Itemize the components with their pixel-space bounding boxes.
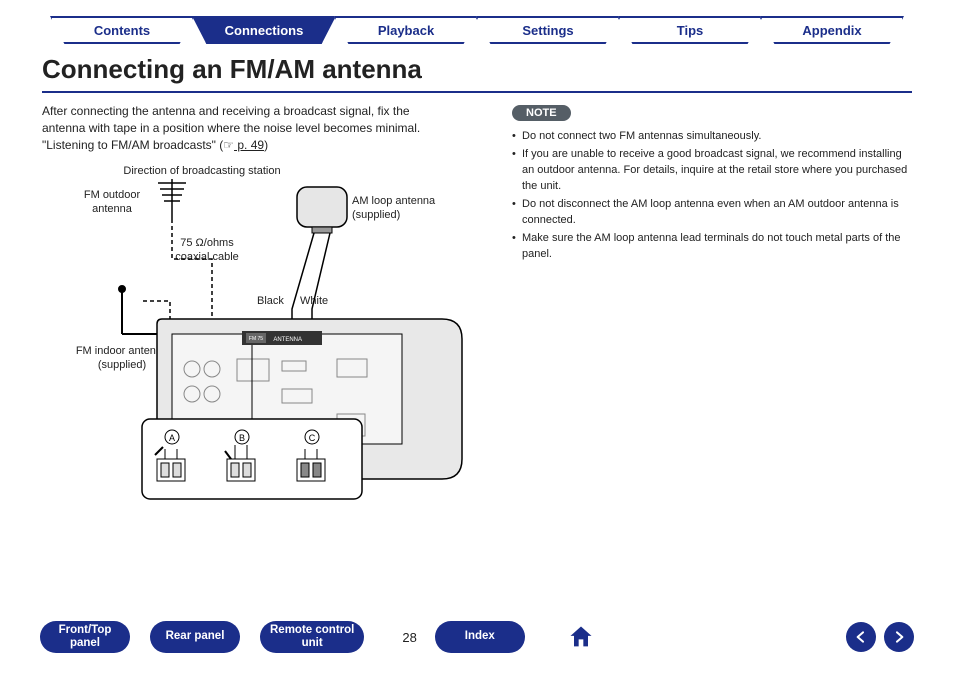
note-item: Do not connect two FM antennas simultane…	[512, 129, 912, 145]
diagram-svg: ANTENNA FM 75	[42, 159, 482, 539]
page-number: 28	[402, 630, 416, 645]
top-nav-tabs: Contents Connections Playback Settings T…	[0, 0, 954, 44]
arrow-right-icon	[891, 629, 907, 645]
note-list: Do not connect two FM antennas simultane…	[512, 129, 912, 263]
page-reference-link[interactable]: p. 49	[234, 138, 264, 152]
svg-text:FM 75: FM 75	[249, 336, 263, 342]
tab-tips[interactable]: Tips	[618, 16, 762, 44]
note-badge: NOTE	[512, 105, 571, 121]
svg-text:C: C	[309, 433, 316, 443]
page-content: Connecting an FM/AM antenna After connec…	[0, 44, 954, 539]
tab-connections[interactable]: Connections	[192, 16, 336, 44]
nav-index[interactable]: Index	[435, 621, 525, 653]
intro-paragraph: After connecting the antenna and receivi…	[42, 103, 482, 153]
home-button[interactable]	[565, 621, 597, 653]
tab-playback[interactable]: Playback	[334, 16, 478, 44]
tab-settings[interactable]: Settings	[476, 16, 620, 44]
prev-page-button[interactable]	[846, 622, 876, 652]
nav-front-top-panel[interactable]: Front/Top panel	[40, 621, 130, 653]
bottom-nav: Front/Top panel Rear panel Remote contro…	[0, 621, 954, 653]
page-title: Connecting an FM/AM antenna	[42, 54, 912, 93]
note-item: If you are unable to receive a good broa…	[512, 147, 912, 195]
svg-text:A: A	[169, 433, 175, 443]
antenna-diagram: Direction of broadcasting station FM out…	[42, 159, 482, 539]
nav-rear-panel[interactable]: Rear panel	[150, 621, 240, 653]
arrow-left-icon	[853, 629, 869, 645]
svg-text:ANTENNA: ANTENNA	[273, 337, 302, 343]
next-page-button[interactable]	[884, 622, 914, 652]
home-icon	[567, 623, 595, 651]
nav-remote-control-unit[interactable]: Remote control unit	[260, 621, 364, 653]
svg-text:B: B	[239, 433, 245, 443]
tab-contents[interactable]: Contents	[50, 16, 194, 44]
tab-appendix[interactable]: Appendix	[760, 16, 904, 44]
note-item: Do not disconnect the AM loop antenna ev…	[512, 197, 912, 229]
note-item: Make sure the AM loop antenna lead termi…	[512, 231, 912, 263]
